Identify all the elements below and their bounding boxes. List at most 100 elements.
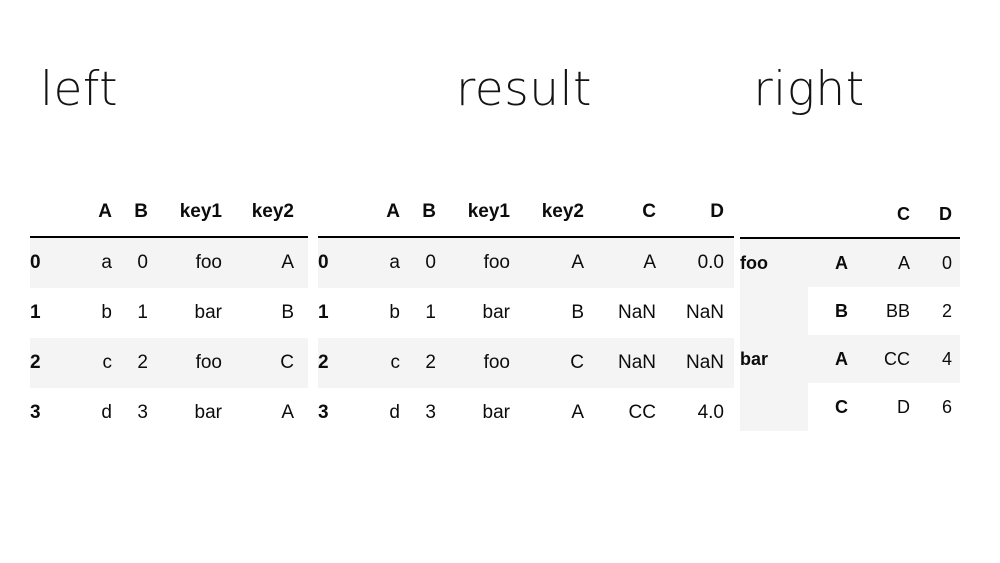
column-header-c: C [860, 193, 910, 239]
row-index-level1: C [808, 383, 860, 431]
column-header-key1: key1 [436, 190, 510, 238]
column-header-index-level1 [808, 193, 860, 239]
panel-title-result: result [456, 62, 592, 117]
table-row: B BB 2 [740, 287, 960, 335]
cell-a: b [78, 288, 112, 338]
cell-b: 0 [112, 237, 148, 288]
cell-b: 3 [400, 388, 436, 438]
cell-key1: foo [148, 237, 222, 288]
table-row: 1 b 1 bar B [30, 288, 308, 338]
cell-b: 0 [400, 237, 436, 288]
column-header-index-level0 [740, 193, 808, 239]
cell-c: A [584, 237, 656, 288]
cell-key2: C [222, 338, 308, 388]
cell-c: CC [860, 335, 910, 383]
cell-d: 0.0 [656, 237, 734, 288]
column-header-d: D [910, 193, 960, 239]
cell-c: BB [860, 287, 910, 335]
cell-a: c [78, 338, 112, 388]
row-index: 2 [318, 338, 366, 388]
table-row: 3 d 3 bar A [30, 388, 308, 438]
table-header-row: C D [740, 193, 960, 239]
cell-c: D [860, 383, 910, 431]
column-header-a: A [366, 190, 400, 238]
row-index-level1: B [808, 287, 860, 335]
table-row: C D 6 [740, 383, 960, 431]
row-index: 0 [318, 237, 366, 288]
cell-key2: B [222, 288, 308, 338]
cell-b: 1 [400, 288, 436, 338]
table-row: 2 c 2 foo C NaN NaN [318, 338, 734, 388]
cell-c: CC [584, 388, 656, 438]
cell-d: 6 [910, 383, 960, 431]
cell-d: 4.0 [656, 388, 734, 438]
cell-b: 3 [112, 388, 148, 438]
cell-key2: C [510, 338, 584, 388]
panel-title-left: left [39, 62, 119, 117]
table-header-row: A B key1 key2 C D [318, 190, 734, 238]
dataframe-right: C D foo A A 0 B BB 2 bar A CC 4 C D 6 [740, 193, 960, 431]
cell-b: 2 [400, 338, 436, 388]
column-header-a: A [78, 190, 112, 238]
cell-c: NaN [584, 288, 656, 338]
table-row: bar A CC 4 [740, 335, 960, 383]
column-header-key2: key2 [510, 190, 584, 238]
row-index-level0: bar [740, 335, 808, 383]
cell-key1: foo [436, 237, 510, 288]
cell-b: 1 [112, 288, 148, 338]
cell-c: A [860, 238, 910, 287]
row-index-level0: foo [740, 238, 808, 287]
cell-d: 2 [910, 287, 960, 335]
row-index: 2 [30, 338, 78, 388]
cell-key2: A [510, 237, 584, 288]
row-index: 1 [318, 288, 366, 338]
row-index: 3 [30, 388, 78, 438]
table-row: 1 b 1 bar B NaN NaN [318, 288, 734, 338]
cell-key1: bar [148, 288, 222, 338]
cell-c: NaN [584, 338, 656, 388]
cell-d: 0 [910, 238, 960, 287]
panel-title-right: right [753, 62, 865, 117]
cell-a: d [78, 388, 112, 438]
column-header-index [318, 190, 366, 238]
column-header-key1: key1 [148, 190, 222, 238]
row-index-level1: A [808, 335, 860, 383]
cell-key1: bar [436, 388, 510, 438]
cell-d: NaN [656, 288, 734, 338]
row-index: 0 [30, 237, 78, 288]
cell-key2: A [222, 237, 308, 288]
column-header-b: B [400, 190, 436, 238]
row-index: 1 [30, 288, 78, 338]
row-index-level0 [740, 287, 808, 335]
table-header-row: A B key1 key2 [30, 190, 308, 238]
cell-b: 2 [112, 338, 148, 388]
cell-key1: foo [148, 338, 222, 388]
dataframe-left: A B key1 key2 0 a 0 foo A 1 b 1 bar B 2 … [30, 190, 308, 438]
dataframe-result: A B key1 key2 C D 0 a 0 foo A A 0.0 1 b … [318, 190, 734, 438]
table-row: 0 a 0 foo A A 0.0 [318, 237, 734, 288]
table-row: 3 d 3 bar A CC 4.0 [318, 388, 734, 438]
cell-key2: A [510, 388, 584, 438]
cell-a: b [366, 288, 400, 338]
cell-key1: bar [436, 288, 510, 338]
row-index-level1: A [808, 238, 860, 287]
cell-key2: B [510, 288, 584, 338]
column-header-d: D [656, 190, 734, 238]
cell-d: NaN [656, 338, 734, 388]
cell-d: 4 [910, 335, 960, 383]
table-row: 0 a 0 foo A [30, 237, 308, 288]
column-header-b: B [112, 190, 148, 238]
cell-key2: A [222, 388, 308, 438]
cell-a: a [78, 237, 112, 288]
column-header-c: C [584, 190, 656, 238]
cell-a: d [366, 388, 400, 438]
cell-key1: foo [436, 338, 510, 388]
column-header-key2: key2 [222, 190, 308, 238]
cell-key1: bar [148, 388, 222, 438]
cell-a: a [366, 237, 400, 288]
column-header-index [30, 190, 78, 238]
cell-a: c [366, 338, 400, 388]
row-index: 3 [318, 388, 366, 438]
table-row: foo A A 0 [740, 238, 960, 287]
row-index-level0 [740, 383, 808, 431]
